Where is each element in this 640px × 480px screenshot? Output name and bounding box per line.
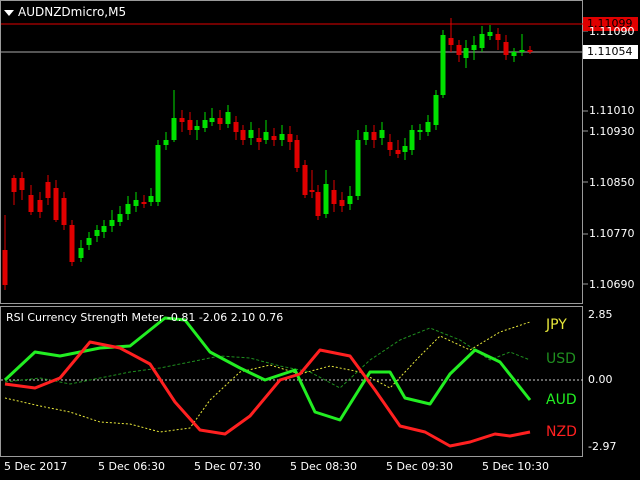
candle-body — [287, 134, 293, 142]
candle-body — [187, 120, 193, 130]
candle-body — [69, 225, 75, 262]
candle-body — [171, 118, 177, 140]
candle-body — [109, 220, 115, 226]
candle-body — [133, 200, 139, 206]
candle-body — [402, 146, 408, 152]
currency-label-usd: USD — [546, 351, 576, 367]
candle-body — [479, 34, 485, 48]
candle-body — [379, 130, 385, 138]
candle-body — [302, 165, 308, 195]
nzd-line — [4, 340, 531, 448]
currency-label-nzd: NZD — [546, 424, 577, 440]
candle-body — [225, 112, 231, 124]
aud-line — [3, 316, 532, 422]
candle-body — [194, 126, 200, 130]
candle-body — [141, 202, 147, 204]
candle-body — [471, 45, 477, 50]
candle-body — [355, 140, 361, 196]
strength-series — [3, 316, 532, 448]
time-label: 5 Dec 10:30 — [482, 460, 549, 473]
candle-body — [456, 45, 462, 55]
candle-body — [19, 178, 25, 190]
candle-body — [179, 118, 185, 122]
candle-body — [371, 132, 377, 140]
candle-body — [339, 200, 345, 206]
candle-body — [45, 182, 51, 198]
candle-body — [263, 132, 269, 140]
indicator-level-label: -2.97 — [588, 440, 617, 453]
candle-body — [217, 118, 223, 124]
candle-body — [315, 192, 321, 216]
candle-body — [519, 50, 525, 52]
candle-body — [202, 120, 208, 128]
candle-body — [331, 190, 337, 204]
price-label: 1.11090 — [589, 25, 635, 38]
currency-label-jpy: JPY — [546, 317, 567, 333]
currency-label-aud: AUD — [546, 392, 577, 408]
candle-body — [395, 150, 401, 154]
candle-body — [256, 138, 262, 142]
candle-body — [248, 130, 254, 138]
candle-body — [78, 248, 84, 258]
candle-body — [363, 132, 369, 140]
candle-body — [294, 140, 300, 168]
candle-body — [155, 145, 161, 202]
indicator-title: RSI Currency Strength Meter -0.81 -2.06 … — [6, 311, 284, 324]
candle-body — [209, 118, 215, 122]
candle-body — [11, 178, 17, 192]
price-label: 1.10690 — [589, 278, 635, 291]
candle-body — [347, 196, 353, 204]
candle-body — [117, 214, 123, 222]
candle-body — [495, 34, 501, 40]
candle-body — [503, 42, 509, 55]
time-label: 5 Dec 09:30 — [386, 460, 453, 473]
candle-body — [487, 32, 493, 36]
chart-title[interactable]: AUDNZDmicro,M5 — [4, 5, 126, 19]
candle-body — [309, 190, 315, 192]
candle-body — [440, 35, 446, 95]
time-label: 5 Dec 2017 — [4, 460, 68, 473]
candle-body — [511, 52, 517, 56]
candle-body — [94, 230, 100, 236]
candles — [2, 18, 533, 290]
candle-body — [61, 198, 67, 225]
candle-body — [433, 95, 439, 125]
candle-body — [148, 196, 154, 202]
candle-body — [53, 188, 59, 220]
jpy-line — [4, 321, 531, 433]
indicator-level-label: 2.85 — [588, 308, 613, 321]
candle-body — [86, 238, 92, 245]
time-label: 5 Dec 07:30 — [194, 460, 261, 473]
time-label: 5 Dec 08:30 — [290, 460, 357, 473]
candle-body — [240, 130, 246, 140]
time-label: 5 Dec 06:30 — [98, 460, 165, 473]
chevron-down-icon — [4, 9, 14, 16]
candle-body — [323, 184, 329, 214]
candle-body — [279, 134, 285, 140]
candle-body — [409, 130, 415, 150]
candle-body — [417, 130, 423, 132]
price-label: 1.11010 — [589, 104, 635, 117]
candle-body — [2, 250, 8, 285]
candle-body — [125, 204, 131, 214]
candle-body — [463, 48, 469, 58]
price-label: 1.10930 — [589, 125, 635, 138]
candle-body — [101, 226, 107, 232]
price-label: 1.10850 — [589, 176, 635, 189]
chart-canvas[interactable] — [0, 0, 640, 480]
main-chart-frame — [0, 0, 583, 304]
candle-body — [425, 122, 431, 132]
price-axis-ticks — [583, 30, 588, 285]
candle-body — [163, 140, 169, 145]
indicator-level-label: 0.00 — [588, 373, 613, 386]
candle-body — [37, 200, 43, 212]
candle-body — [28, 195, 34, 212]
candle-body — [271, 136, 277, 140]
bid-price-box: 1.11054 — [583, 45, 638, 59]
candle-body — [448, 38, 454, 45]
candle-body — [233, 122, 239, 132]
candle-body — [527, 50, 533, 52]
candle-body — [387, 142, 393, 150]
price-label: 1.10770 — [589, 227, 635, 240]
